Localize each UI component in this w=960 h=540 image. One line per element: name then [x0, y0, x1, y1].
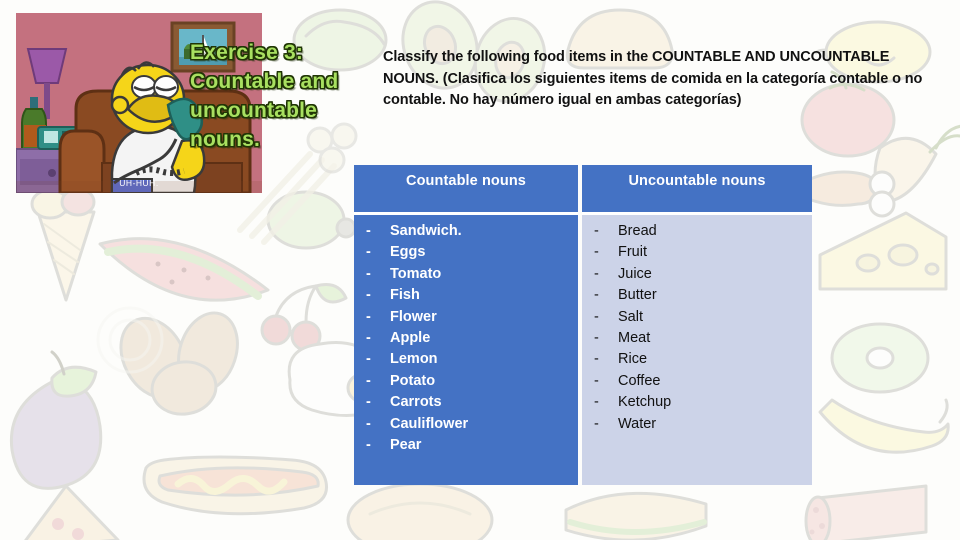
countable-header-spacer [354, 197, 578, 212]
item-label: Bread [618, 223, 657, 239]
bullet-dash: - [594, 244, 599, 261]
slide-title: Exercise 3: Countable and uncountable no… [190, 38, 370, 154]
item-label: Lemon [390, 351, 438, 368]
list-item: - Ketchup [582, 392, 812, 413]
bullet-dash: - [366, 415, 371, 432]
list-item: - Coffee [582, 371, 812, 392]
bullet-dash: - [594, 372, 599, 389]
list-item: - Meat [582, 328, 812, 349]
bullet-dash: - [594, 223, 599, 239]
item-label: Salt [618, 308, 643, 325]
uncountable-column-header: Uncountable nouns [582, 165, 812, 197]
countable-column: Countable nouns - Sandwich. - Eggs - Tomato… [354, 165, 578, 485]
title-line-3: uncountable [190, 99, 318, 122]
item-label: Meat [618, 330, 651, 347]
bullet-dash: - [594, 265, 599, 282]
bullet-dash: - [366, 223, 371, 239]
list-item: - Lemon [354, 349, 578, 370]
slide-canvas: UH-HUH. Exercise 3: Countable and uncoun… [0, 0, 960, 540]
list-item: - Butter [582, 285, 812, 306]
title-line-4: nouns. [190, 128, 261, 151]
list-item: - Tomato [354, 264, 578, 285]
bullet-dash: - [366, 351, 371, 368]
bullet-dash: - [366, 308, 371, 325]
item-label: Water [618, 415, 657, 432]
instructions-text: Classify the following food items in the… [383, 49, 923, 108]
classification-table: Countable nouns - Sandwich. - Eggs - Tomato… [354, 165, 812, 485]
bullet-dash: - [594, 415, 599, 432]
list-item: - Eggs [354, 242, 578, 263]
countable-list: - Sandwich. - Eggs - Tomato - Fish - Flower -… [354, 215, 578, 456]
list-item: - Fish [354, 285, 578, 306]
list-item: - Potato [354, 371, 578, 392]
item-label: Rice [618, 351, 648, 368]
item-label: Coffee [618, 372, 661, 389]
bullet-dash: - [366, 437, 371, 454]
item-label: Carrots [390, 394, 442, 411]
list-item: - Bread [582, 221, 812, 242]
list-item: - Cauliflower [354, 414, 578, 435]
bullet-dash: - [594, 308, 599, 325]
uncountable-column: Uncountable nouns - Bread - Fruit - Juice -… [582, 165, 812, 485]
list-item: - Pear [354, 435, 578, 456]
title-line-2: Countable and [190, 70, 339, 93]
uncountable-header-spacer [582, 197, 812, 212]
bullet-dash: - [366, 265, 371, 282]
item-label: Eggs [390, 244, 426, 261]
bullet-dash: - [366, 394, 371, 411]
bullet-dash: - [366, 372, 371, 389]
item-label: Butter [618, 287, 657, 304]
bullet-dash: - [366, 330, 371, 347]
bullet-dash: - [594, 287, 599, 304]
item-label: Potato [390, 372, 436, 389]
item-label: Fruit [618, 244, 647, 261]
list-item: - Rice [582, 349, 812, 370]
list-item: - Flower [354, 307, 578, 328]
item-label: Cauliflower [390, 415, 469, 432]
bullet-dash: - [594, 351, 599, 368]
title-line-1: Exercise 3: [190, 41, 304, 64]
item-label: Sandwich. [390, 223, 462, 239]
item-label: Juice [618, 265, 652, 282]
uncountable-list: - Bread - Fruit - Juice - Butter - Salt - Meat… [582, 215, 812, 435]
item-label: Apple [390, 330, 431, 347]
image-caption: UH-HUH. [119, 178, 159, 188]
list-item: - Apple [354, 328, 578, 349]
bullet-dash: - [594, 330, 599, 347]
list-item: - Carrots [354, 392, 578, 413]
list-item: - Water [582, 414, 812, 435]
countable-column-header: Countable nouns [354, 165, 578, 197]
bullet-dash: - [366, 287, 371, 304]
bullet-dash: - [366, 244, 371, 261]
item-label: Flower [390, 308, 437, 325]
list-item: - Salt [582, 307, 812, 328]
item-label: Fish [390, 287, 420, 304]
item-label: Pear [390, 437, 422, 454]
list-item: - Sandwich. [354, 221, 578, 242]
item-label: Tomato [390, 265, 442, 282]
list-item: - Juice [582, 264, 812, 285]
bullet-dash: - [594, 394, 599, 411]
item-label: Ketchup [618, 394, 672, 411]
list-item: - Fruit [582, 242, 812, 263]
